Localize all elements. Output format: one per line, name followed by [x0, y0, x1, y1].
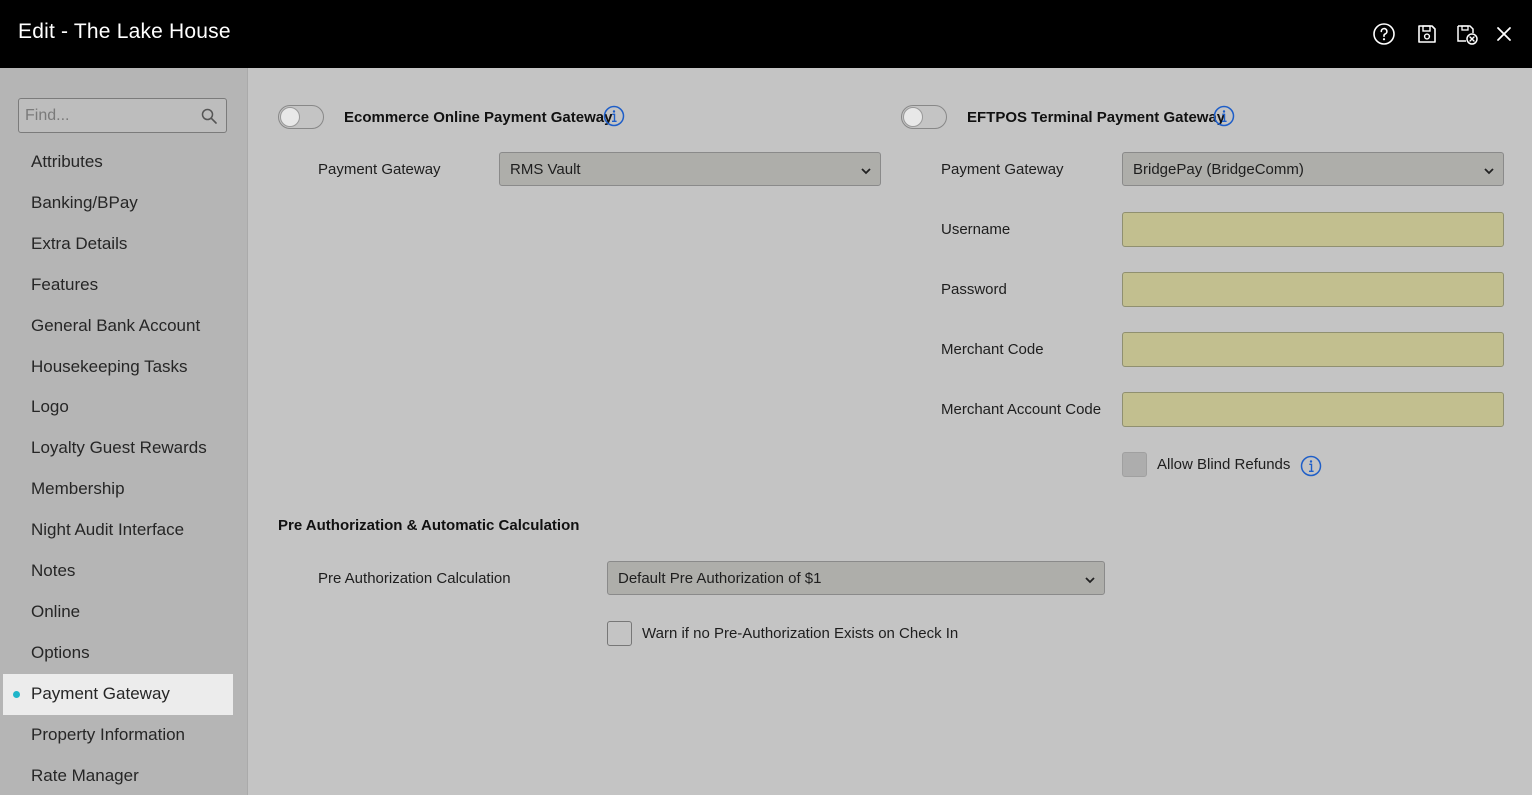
sidebar-item-label: Features: [31, 274, 99, 294]
sidebar-item-extra-details[interactable]: Extra Details: [3, 224, 233, 265]
toggle-knob: [903, 107, 923, 127]
active-indicator-dot: [13, 690, 20, 698]
search-icon[interactable]: [201, 108, 217, 124]
eftpos-gateway-select[interactable]: BridgePay (BridgeComm): [1122, 152, 1504, 186]
window-title: Edit - The Lake House: [18, 20, 231, 43]
ecommerce-toggle[interactable]: [278, 105, 324, 129]
select-value: BridgePay (BridgeComm): [1133, 161, 1304, 178]
allow-blind-refunds-label: Allow Blind Refunds: [1157, 456, 1291, 473]
sidebar-item-features[interactable]: Features: [3, 265, 233, 306]
sidebar-item-housekeeping-tasks[interactable]: Housekeeping Tasks: [3, 347, 233, 388]
sidebar-item-label: Online: [31, 601, 81, 621]
sidebar-item-payment-gateway[interactable]: Payment Gateway: [3, 673, 233, 715]
info-icon[interactable]: [1213, 105, 1235, 127]
sidebar-item-label: Options: [31, 642, 90, 662]
sidebar: Attributes Banking/BPay Extra Details Featu…: [0, 68, 248, 795]
ecommerce-title: Ecommerce Online Payment Gateway: [344, 109, 613, 126]
merchant-code-label: Merchant Code: [941, 341, 1044, 358]
main-content: Ecommerce Online Payment Gateway Payment…: [249, 68, 1532, 795]
merchant-account-code-label: Merchant Account Code: [941, 401, 1102, 418]
eftpos-title: EFTPOS Terminal Payment Gateway: [967, 109, 1226, 126]
sidebar-item-label: Rate Manager: [31, 765, 139, 785]
chevron-down-icon: [860, 164, 872, 176]
preauth-calc-label: Pre Authorization Calculation: [318, 570, 511, 587]
sidebar-item-label: Night Audit Interface: [31, 520, 185, 540]
sidebar-item-label: Logo: [31, 397, 69, 417]
sidebar-item-banking-bpay[interactable]: Banking/BPay: [3, 183, 233, 224]
sidebar-item-property-information[interactable]: Property Information: [3, 715, 233, 756]
sidebar-item-night-audit-interface[interactable]: Night Audit Interface: [3, 510, 233, 551]
warn-preauth-label: Warn if no Pre-Authorization Exists on C…: [642, 625, 959, 642]
save-close-icon[interactable]: [1455, 22, 1479, 46]
sidebar-item-label: Extra Details: [31, 233, 128, 253]
password-label: Password: [941, 281, 1007, 298]
sidebar-item-label: Property Information: [31, 724, 186, 744]
info-icon[interactable]: [1300, 455, 1322, 477]
sidebar-item-label: Membership: [31, 479, 125, 499]
sidebar-item-label: Notes: [31, 561, 76, 580]
username-field: [1122, 212, 1504, 247]
chevron-down-icon: [1483, 164, 1495, 176]
select-value: RMS Vault: [510, 161, 581, 178]
merchant-code-input[interactable]: [1123, 333, 1503, 366]
password-field: [1122, 272, 1504, 307]
sidebar-item-label: Banking/BPay: [31, 192, 138, 212]
save-icon[interactable]: [1415, 22, 1439, 46]
ecommerce-gateway-select[interactable]: RMS Vault: [499, 152, 881, 186]
ecommerce-gateway-label: Payment Gateway: [318, 161, 441, 178]
sidebar-item-membership[interactable]: Membership: [3, 469, 233, 510]
chevron-down-icon: [1084, 573, 1096, 585]
sidebar-item-label: Loyalty Guest Rewards: [31, 438, 207, 458]
preauth-title: Pre Authorization & Automatic Calculatio…: [278, 517, 580, 534]
search-box: [18, 98, 227, 133]
sidebar-item-logo[interactable]: Logo: [3, 387, 233, 428]
sidebar-item-label: Payment Gateway: [31, 683, 170, 703]
title-bar: Edit - The Lake House: [0, 0, 1532, 68]
sidebar-item-rate-manager[interactable]: Rate Manager: [3, 756, 233, 795]
search-input[interactable]: [19, 99, 199, 132]
merchant-account-code-field: [1122, 392, 1504, 427]
eftpos-toggle[interactable]: [901, 105, 947, 129]
merchant-account-code-input[interactable]: [1123, 393, 1503, 426]
sidebar-item-notes[interactable]: Notes: [3, 551, 233, 592]
eftpos-gateway-label: Payment Gateway: [941, 161, 1064, 178]
username-input[interactable]: [1123, 213, 1503, 246]
sidebar-item-options[interactable]: Options: [3, 633, 233, 674]
sidebar-item-online[interactable]: Online: [3, 592, 233, 633]
sidebar-item-general-bank-account[interactable]: General Bank Account: [3, 306, 233, 347]
help-icon[interactable]: [1372, 22, 1396, 46]
sidebar-item-attributes[interactable]: Attributes: [3, 142, 233, 183]
allow-blind-refunds-checkbox[interactable]: [1122, 452, 1147, 477]
sidebar-item-label: General Bank Account: [31, 315, 201, 335]
sidebar-item-loyalty-guest-rewards[interactable]: Loyalty Guest Rewards: [3, 428, 233, 469]
select-value: Default Pre Authorization of $1: [618, 570, 822, 587]
merchant-code-field: [1122, 332, 1504, 367]
preauth-calc-select[interactable]: Default Pre Authorization of $1: [607, 561, 1105, 595]
password-input[interactable]: [1123, 273, 1503, 306]
close-icon[interactable]: [1492, 22, 1516, 46]
sidebar-item-label: Housekeeping Tasks: [31, 356, 188, 376]
warn-preauth-checkbox[interactable]: [607, 621, 632, 646]
toggle-knob: [280, 107, 300, 127]
info-icon[interactable]: [603, 105, 625, 127]
sidebar-item-label: Attributes: [31, 152, 103, 171]
username-label: Username: [941, 221, 1011, 238]
